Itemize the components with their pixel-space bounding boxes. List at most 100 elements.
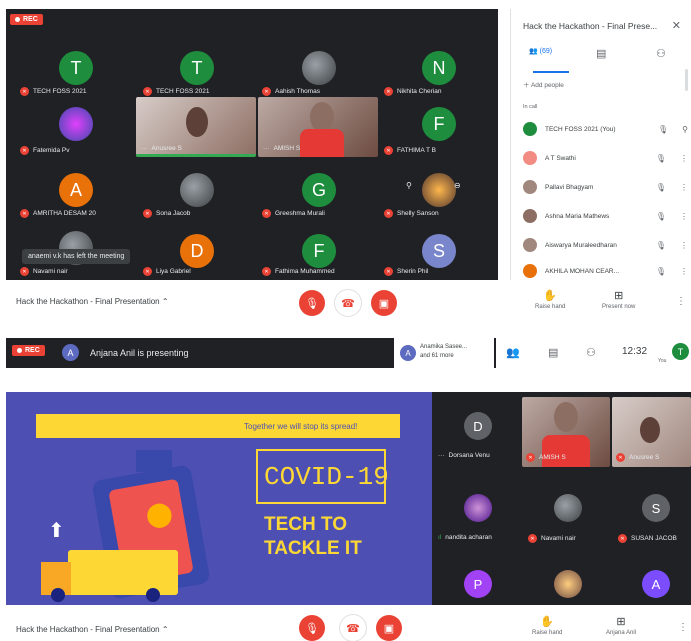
activities-icon[interactable]: ⚇ — [656, 47, 666, 60]
people-list-item[interactable]: AKHILA MOHAN CEAR... 🎙 ⋮ — [523, 264, 688, 278]
participant-video-tile[interactable]: ··· Anusree S — [136, 97, 256, 157]
participant-video-tile[interactable]: ✕ AMISH S — [522, 397, 610, 467]
meeting-title-button[interactable]: Hack the Hackathon - Final Presentation … — [16, 297, 169, 306]
participant-avatar: F — [422, 107, 456, 141]
people-list-item[interactable]: A T Swathi 🎙 ⋮ — [523, 151, 688, 165]
tab-people[interactable]: 👥 (69) — [529, 47, 552, 55]
participant-name-row: ··· Anusree S — [141, 145, 182, 152]
mic-off-icon: ✕ — [143, 267, 152, 276]
chevron-up-icon: ⌃ — [161, 297, 169, 306]
meeting-title-button[interactable]: Hack the Hackathon - Final Presentation … — [16, 625, 169, 634]
mic-off-icon: ✕ — [384, 267, 393, 276]
participant-grid: REC T ✕ TECH FOSS 2021 T ✕ TECH FOSS 2021 … — [6, 9, 498, 280]
more-options-icon[interactable]: ⋮ — [680, 212, 688, 221]
present-now-label: Present now — [602, 304, 636, 310]
presenter-label: Anjana Anil — [606, 630, 637, 636]
participants-count: and 61 more — [420, 353, 454, 359]
more-options-icon[interactable]: ⋮ — [680, 154, 688, 163]
chat-icon[interactable]: ▤ — [548, 346, 558, 359]
participant-name: AMISH S — [273, 145, 301, 152]
participant-video-tile[interactable]: ··· AMISH S — [258, 97, 378, 157]
camera-off-icon: ▣ — [378, 297, 390, 310]
participant-avatar: T — [59, 51, 93, 85]
meet-screen-presentation-view: REC A Anjana Anil is presenting A Anamik… — [0, 338, 691, 641]
more-options-icon[interactable]: ⋮ — [680, 183, 688, 192]
people-count: (69) — [539, 48, 553, 55]
scrollbar[interactable] — [685, 69, 688, 91]
participant-name: nandita acharan — [445, 534, 492, 541]
participant-name: TECH FOSS 2021 — [33, 88, 87, 95]
person-name: Aiswarya Muraleedharan — [545, 241, 617, 249]
people-icon[interactable]: 👥 — [506, 346, 520, 359]
participant-name: Shelly Sanson — [397, 210, 439, 217]
more-options-icon[interactable]: ⋮ — [678, 622, 688, 633]
recording-label: REC — [23, 16, 38, 23]
participant-name: Fathima Muhammed — [275, 268, 335, 275]
participants-chip[interactable]: A Anamika Sasee... and 61 more — [394, 338, 494, 368]
participant-avatar: S — [642, 494, 670, 522]
raise-hand-label: Raise hand — [532, 630, 563, 636]
participant-name-row: ✕ AMRITHA DESAM 20 — [20, 209, 96, 218]
avatar — [523, 238, 537, 252]
participant-name: Sherin Phil — [397, 268, 429, 275]
pin-icon[interactable]: ⚲ — [682, 125, 688, 134]
participant-name: Anusree S — [151, 145, 182, 152]
participant-photo-avatar — [302, 51, 336, 85]
mic-off-icon: ✕ — [526, 453, 535, 462]
participant-photo-avatar — [180, 173, 214, 207]
mic-off-icon: ✕ — [20, 87, 29, 96]
participant-name-row: ··· AMISH S — [263, 145, 300, 152]
participant-name: Fatemida Pv — [33, 147, 70, 154]
self-avatar[interactable]: T — [672, 343, 689, 360]
participant-name: FATHIMA T B — [397, 147, 437, 154]
participant-video-tile[interactable]: ✕ Anusree S — [612, 397, 691, 467]
raise-hand-label: Raise hand — [535, 304, 566, 310]
activities-icon[interactable]: ⚇ — [586, 346, 596, 359]
close-icon[interactable]: ✕ — [672, 19, 681, 32]
people-list-item[interactable]: TECH FOSS 2021 (You) 🎙 ⚲ — [523, 122, 688, 136]
present-now-button[interactable]: ⊞ Present now — [602, 289, 635, 310]
presentation-button[interactable]: ⊞ Anjana Anil — [606, 615, 636, 636]
audio-level-icon: ··· — [438, 452, 445, 459]
mic-toggle-button[interactable]: 🎙 — [299, 290, 325, 316]
raise-hand-button[interactable]: ✋ Raise hand — [532, 615, 562, 636]
upload-icon: ⬆ — [48, 520, 65, 542]
presenting-status: Anjana Anil is presenting — [90, 348, 189, 358]
leave-call-button[interactable]: ☎ — [340, 615, 366, 641]
mic-off-icon: 🎙 — [305, 622, 319, 635]
people-icon: 👥 — [529, 48, 538, 55]
participant-name-row: ✕ TECH FOSS 2021 — [143, 87, 209, 96]
person-name: A T Swathi — [545, 154, 576, 162]
participant-name-row: ✕ Liya Gabriel — [143, 267, 191, 276]
participant-name-row: ✕ Anusree S — [616, 453, 659, 462]
camera-off-icon: ▣ — [383, 622, 395, 635]
pin-icon[interactable]: ⚲ — [406, 181, 412, 190]
participant-avatar: T — [180, 51, 214, 85]
truck-illustration — [68, 550, 178, 595]
participant-name-row: ✕ Greeshma Murali — [262, 209, 325, 218]
participant-name: Navami nair — [33, 268, 68, 275]
add-people-button[interactable]: ＋ Add people — [523, 79, 564, 89]
camera-toggle-button[interactable]: ▣ — [376, 615, 402, 641]
remove-icon[interactable]: ⊖ — [454, 181, 461, 190]
phone-hangup-icon: ☎ — [346, 622, 360, 635]
raise-hand-button[interactable]: ✋ Raise hand — [535, 289, 565, 310]
mic-off-icon: ✕ — [20, 267, 29, 276]
mic-toggle-button[interactable]: 🎙 — [299, 615, 325, 641]
chat-icon[interactable]: ▤ — [596, 47, 606, 60]
people-list-item[interactable]: Aiswarya Muraleedharan 🎙 ⋮ — [523, 238, 688, 252]
people-list-item[interactable]: Pallavi Bhagyam 🎙 ⋮ — [523, 180, 688, 194]
audio-level-icon: ··· — [141, 145, 148, 152]
camera-toggle-button[interactable]: ▣ — [371, 290, 397, 316]
location-pin-icon: ⬤ — [146, 501, 173, 528]
wheel-illustration — [146, 588, 160, 602]
presentation-slide: Together we will stop its spread! ⬤ ⬆ CO… — [6, 392, 432, 605]
more-options-icon[interactable]: ⋮ — [676, 296, 686, 307]
participant-name-row: ✕ Nikhita Cherian — [384, 87, 441, 96]
more-options-icon[interactable]: ⋮ — [680, 267, 688, 276]
participant-avatar: A — [59, 173, 93, 207]
more-options-icon[interactable]: ⋮ — [680, 241, 688, 250]
leave-call-button[interactable]: ☎ — [335, 290, 361, 316]
participant-name-row: ✕ TECH FOSS 2021 — [20, 87, 86, 96]
people-list-item[interactable]: Ashna Maria Mathews 🎙 ⋮ — [523, 209, 688, 223]
